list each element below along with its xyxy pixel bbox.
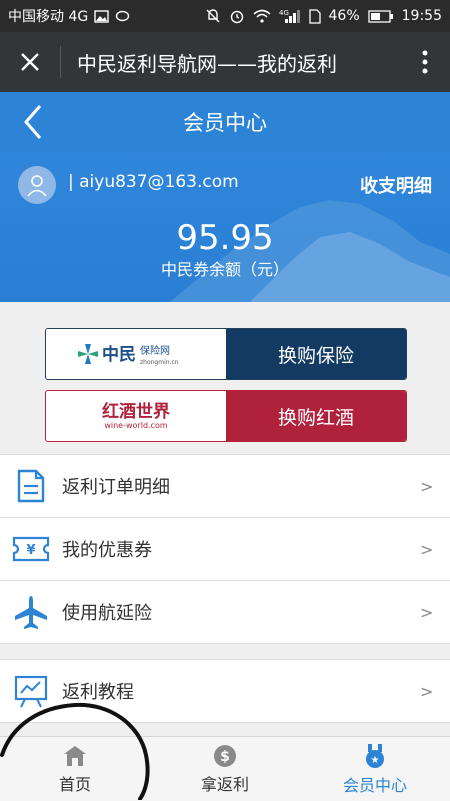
balance-amount: 95.95 xyxy=(176,218,274,258)
back-button[interactable] xyxy=(8,92,58,152)
page-title: 中民返利导航网——我的返利 xyxy=(77,51,337,76)
chevron-right-icon: > xyxy=(420,681,434,701)
menu-item-flight-delay-insurance[interactable]: 使用航延险 > xyxy=(0,581,450,644)
menu-label: 我的优惠券 xyxy=(62,540,152,561)
sim-icon xyxy=(308,8,321,24)
balance-label: 中民券余额（元） xyxy=(160,260,289,279)
document-icon xyxy=(0,469,62,503)
exchange-insurance-button[interactable]: 换购保险 xyxy=(226,329,406,379)
avatar[interactable] xyxy=(18,166,56,204)
svg-text:$: $ xyxy=(220,749,230,765)
tab-label: 会员中心 xyxy=(342,775,407,795)
user-icon xyxy=(27,175,47,197)
svg-text:★: ★ xyxy=(371,755,380,766)
wine-world-logo-icon: 红酒世界 wine-world.com xyxy=(102,401,170,430)
status-bar: 中国移动 4G 4G 46% 19:55 xyxy=(0,0,450,32)
exchange-wine-row[interactable]: 红酒世界 wine-world.com 换购红酒 xyxy=(45,390,407,442)
header-title: 会员中心 xyxy=(183,111,267,135)
exchange-insurance-row[interactable]: 中民 保险网 zhongmin.cn 换购保险 xyxy=(45,328,407,380)
wifi-icon xyxy=(252,9,271,23)
more-options-button[interactable] xyxy=(400,32,450,92)
menu-item-rebate-orders[interactable]: 返利订单明细 > xyxy=(0,455,450,518)
gallery-icon xyxy=(94,9,109,23)
close-icon xyxy=(21,53,39,71)
menu-label: 使用航延险 xyxy=(62,603,152,624)
more-vertical-icon xyxy=(422,50,428,74)
tab-home[interactable]: 首页 xyxy=(0,737,150,801)
menu-list-secondary: 返利教程 > xyxy=(0,659,450,723)
tab-member-center[interactable]: ★ 会员中心 xyxy=(300,737,450,801)
bottom-tab-bar: 首页 $ 拿返利 ★ 会员中心 xyxy=(0,736,450,801)
chevron-right-icon: > xyxy=(420,476,434,496)
signal-icon: 4G xyxy=(279,8,301,24)
airplane-icon xyxy=(0,594,62,630)
battery-percent: 46% xyxy=(328,8,360,24)
alarm-icon xyxy=(229,8,245,24)
svg-text:zhongmin.cn: zhongmin.cn xyxy=(140,359,179,366)
svg-text:¥: ¥ xyxy=(26,543,35,558)
tab-get-rebate[interactable]: $ 拿返利 xyxy=(150,737,300,801)
zhongmin-logo-icon: 中民 保险网 zhongmin.cn xyxy=(78,344,179,366)
transaction-detail-link[interactable]: 收支明细 xyxy=(360,172,432,198)
tutorial-chart-icon xyxy=(0,674,62,708)
clock-time: 19:55 xyxy=(401,8,442,24)
zhongmin-insurance-logo: 中民 保险网 zhongmin.cn xyxy=(46,329,226,379)
wine-world-logo: 红酒世界 wine-world.com xyxy=(46,391,226,441)
browser-top-bar: 中民返利导航网——我的返利 xyxy=(0,32,450,92)
menu-item-rebate-tutorial[interactable]: 返利教程 > xyxy=(0,660,450,723)
chevron-left-icon xyxy=(24,105,42,139)
tab-label: 拿返利 xyxy=(200,774,249,794)
close-button[interactable] xyxy=(0,32,60,92)
member-header: 会员中心 xyxy=(0,92,450,152)
svg-text:红酒世界: 红酒世界 xyxy=(102,401,170,422)
home-icon xyxy=(64,745,86,766)
menu-label: 返利订单明细 xyxy=(62,477,170,498)
menu-item-my-coupons[interactable]: ¥ 我的优惠券 > xyxy=(0,518,450,581)
exchange-wine-button[interactable]: 换购红酒 xyxy=(226,391,406,441)
user-email: | aiyu837@163.com xyxy=(68,172,239,192)
battery-icon xyxy=(367,9,394,23)
member-badge-icon: ★ xyxy=(366,743,384,768)
chevron-right-icon: > xyxy=(420,602,434,622)
profile-card: | aiyu837@163.com 收支明细 95.95 中民券余额（元） xyxy=(0,152,450,302)
menu-label: 返利教程 xyxy=(62,682,134,703)
svg-text:保险网: 保险网 xyxy=(140,344,170,357)
dollar-coin-icon: $ xyxy=(214,744,236,767)
chevron-right-icon: > xyxy=(420,539,434,559)
carrier-label: 中国移动 4G xyxy=(8,9,89,25)
mute-icon xyxy=(205,8,221,24)
network-type-label: 4G xyxy=(279,9,289,17)
chat-bubble-icon xyxy=(115,10,130,23)
tab-label: 首页 xyxy=(58,774,91,794)
svg-text:wine-world.com: wine-world.com xyxy=(104,421,168,430)
menu-list: 返利订单明细 > ¥ 我的优惠券 > 使用航延险 > xyxy=(0,454,450,644)
coupon-icon: ¥ xyxy=(0,536,62,562)
svg-text:中民: 中民 xyxy=(102,344,136,365)
